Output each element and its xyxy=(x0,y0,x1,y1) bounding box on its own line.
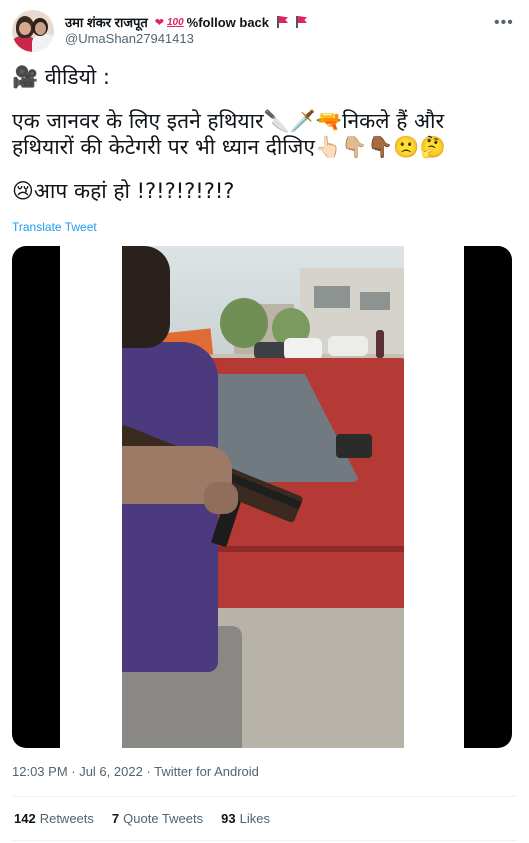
quote-tweets-count: 7 xyxy=(111,811,120,826)
quote-tweets-stat[interactable]: 7 Quote Tweets xyxy=(112,811,203,826)
scene-background-person xyxy=(376,330,384,358)
follow-back-text: %follow back xyxy=(186,14,270,30)
avatar-figure xyxy=(35,22,46,35)
author-display-name[interactable]: उमा शंकर राजपूत xyxy=(65,13,148,31)
scene-man-shirt xyxy=(122,342,218,672)
tweet-text-line: एक जानवर के लिए इतने हथियार🔪🗡️🔫निकले हैं… xyxy=(12,109,445,133)
video-frame xyxy=(60,246,464,748)
scene-tree xyxy=(220,298,268,348)
likes-label: Likes xyxy=(239,811,270,826)
retweets-count: 142 xyxy=(14,811,36,826)
video-player[interactable] xyxy=(12,246,512,748)
scene-background-car xyxy=(328,336,368,356)
tweet-text: 🎥 वीडियो : एक जानवर के लिए इतने हथियार🔪🗡… xyxy=(12,64,517,204)
quote-tweets-label: Quote Tweets xyxy=(123,811,204,826)
tweet-card: उमा शंकर राजपूत ❤ 100 %follow back @UmaS… xyxy=(0,0,529,843)
scene-man-head xyxy=(122,246,170,348)
scene-building-window xyxy=(360,292,390,310)
scene-building-window xyxy=(314,286,350,308)
avatar-figure xyxy=(32,34,54,52)
tweet-timestamp[interactable]: 12:03 PM · Jul 6, 2022 · Twitter for And… xyxy=(12,764,259,779)
tweet-text-line: 🎥 वीडियो : xyxy=(12,65,110,89)
divider xyxy=(12,840,517,841)
flag-icon xyxy=(295,16,307,28)
retweets-stat[interactable]: 142 Retweets xyxy=(14,811,94,826)
scene-man-hand xyxy=(204,482,238,514)
avatar-figure xyxy=(19,22,31,35)
author-handle[interactable]: @UmaShan27941413 xyxy=(65,31,194,46)
scene-background-car xyxy=(284,338,322,360)
more-options-icon[interactable]: ••• xyxy=(494,14,514,32)
divider xyxy=(12,796,517,797)
likes-stat[interactable]: 93 Likes xyxy=(221,811,270,826)
tweet-text-line: हथियारों की केटेगरी पर भी ध्यान दीजिए👆🏻👇… xyxy=(12,135,446,159)
translate-tweet-link[interactable]: Translate Tweet xyxy=(12,220,97,234)
scene-car-mirror xyxy=(336,434,372,458)
avatar[interactable] xyxy=(12,10,54,52)
heart-icon: ❤ xyxy=(154,16,164,29)
hundred-icon: 100 xyxy=(166,16,184,28)
likes-count: 93 xyxy=(221,811,236,826)
tweet-stats: 142 Retweets 7 Quote Tweets 93 Likes xyxy=(14,811,270,826)
author-name-row[interactable]: उमा शंकर राजपूत ❤ 100 %follow back xyxy=(65,13,307,31)
retweets-label: Retweets xyxy=(39,811,94,826)
tweet-text-line: 😢आप कहां हो !?!?!?!?!? xyxy=(12,179,235,203)
flag-icon xyxy=(276,16,288,28)
video-thumbnail xyxy=(122,246,404,748)
